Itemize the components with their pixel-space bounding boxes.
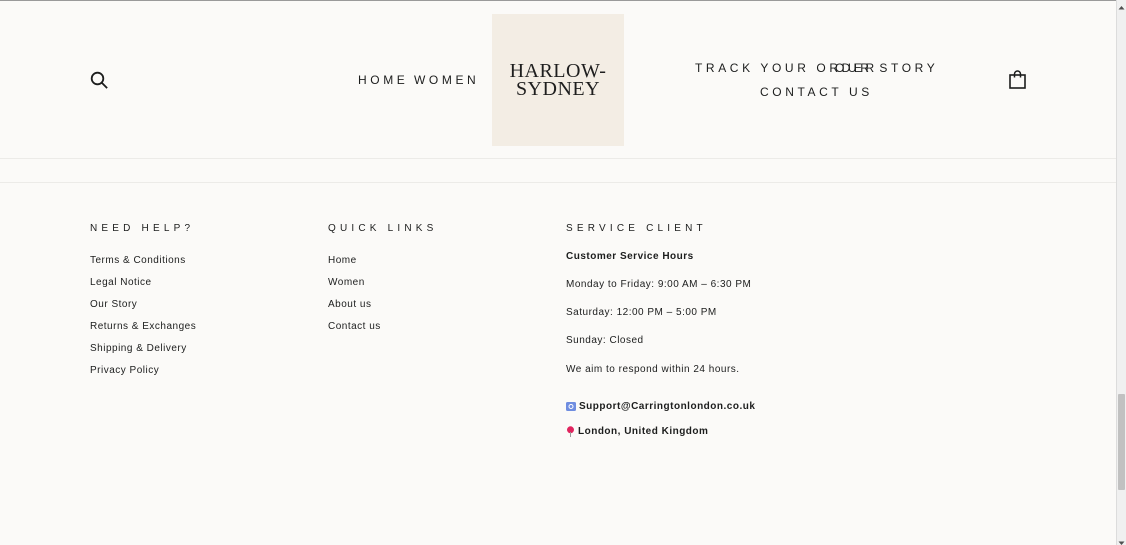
service-hours-title: Customer Service Hours	[566, 251, 694, 262]
link-contact-us[interactable]: Contact us	[328, 321, 438, 343]
search-button[interactable]	[90, 71, 108, 89]
arrow-up-icon	[1118, 6, 1125, 10]
need-help-title: NEED HELP?	[90, 223, 195, 234]
location-text: London, United Kingdom	[578, 426, 709, 438]
link-returns-exchanges[interactable]: Returns & Exchanges	[90, 321, 196, 343]
email-icon	[566, 401, 576, 411]
footer-divider	[0, 182, 1116, 183]
footer-service-client: SERVICE CLIENT	[566, 223, 707, 235]
link-about-us[interactable]: About us	[328, 299, 438, 321]
footer-quick-links: QUICK LINKS Home Women About us Contact …	[328, 223, 438, 343]
link-privacy-policy[interactable]: Privacy Policy	[90, 365, 196, 387]
scrollbar-thumb[interactable]	[1118, 394, 1125, 490]
link-women[interactable]: Women	[328, 277, 438, 299]
service-hours-sunday: Sunday: Closed	[566, 335, 644, 346]
scroll-down-button[interactable]	[1117, 535, 1126, 545]
pin-icon	[567, 426, 574, 437]
support-email-link[interactable]: Support@Carringtonlondon.co.uk	[579, 401, 755, 412]
quick-links-list: Home Women About us Contact us	[328, 255, 438, 343]
nav-home[interactable]: HOME	[358, 73, 408, 87]
link-shipping-delivery[interactable]: Shipping & Delivery	[90, 343, 196, 365]
header-divider	[0, 158, 1116, 159]
nav-our-story[interactable]: OUR STORY	[835, 61, 938, 75]
link-legal-notice[interactable]: Legal Notice	[90, 277, 196, 299]
service-hours-saturday: Saturday: 12:00 PM – 5:00 PM	[566, 307, 717, 318]
site-logo[interactable]: HARLOW- SYDNEY	[492, 14, 624, 146]
support-email-row: Support@Carringtonlondon.co.uk	[566, 401, 755, 412]
search-icon	[90, 71, 108, 89]
cart-button[interactable]	[1009, 70, 1026, 89]
arrow-down-icon	[1118, 541, 1125, 545]
shopping-bag-icon	[1009, 70, 1026, 89]
quick-links-title: QUICK LINKS	[328, 223, 438, 234]
service-hours-weekday: Monday to Friday: 9:00 AM – 6:30 PM	[566, 279, 752, 290]
link-our-story[interactable]: Our Story	[90, 299, 196, 321]
footer-need-help: NEED HELP? Terms & Conditions Legal Noti…	[90, 223, 196, 387]
nav-women[interactable]: WOMEN	[414, 73, 479, 87]
nav-contact-us[interactable]: CONTACT US	[760, 85, 873, 99]
top-border	[0, 0, 1116, 1]
service-response-note: We aim to respond within 24 hours.	[566, 364, 740, 375]
location-row: London, United Kingdom	[566, 426, 708, 437]
service-client-title: SERVICE CLIENT	[566, 223, 707, 234]
logo-line-2: SYDNEY	[515, 78, 601, 100]
scroll-up-button[interactable]	[1117, 0, 1126, 10]
link-home[interactable]: Home	[328, 255, 438, 277]
link-terms-conditions[interactable]: Terms & Conditions	[90, 255, 196, 277]
need-help-links: Terms & Conditions Legal Notice Our Stor…	[90, 255, 196, 387]
